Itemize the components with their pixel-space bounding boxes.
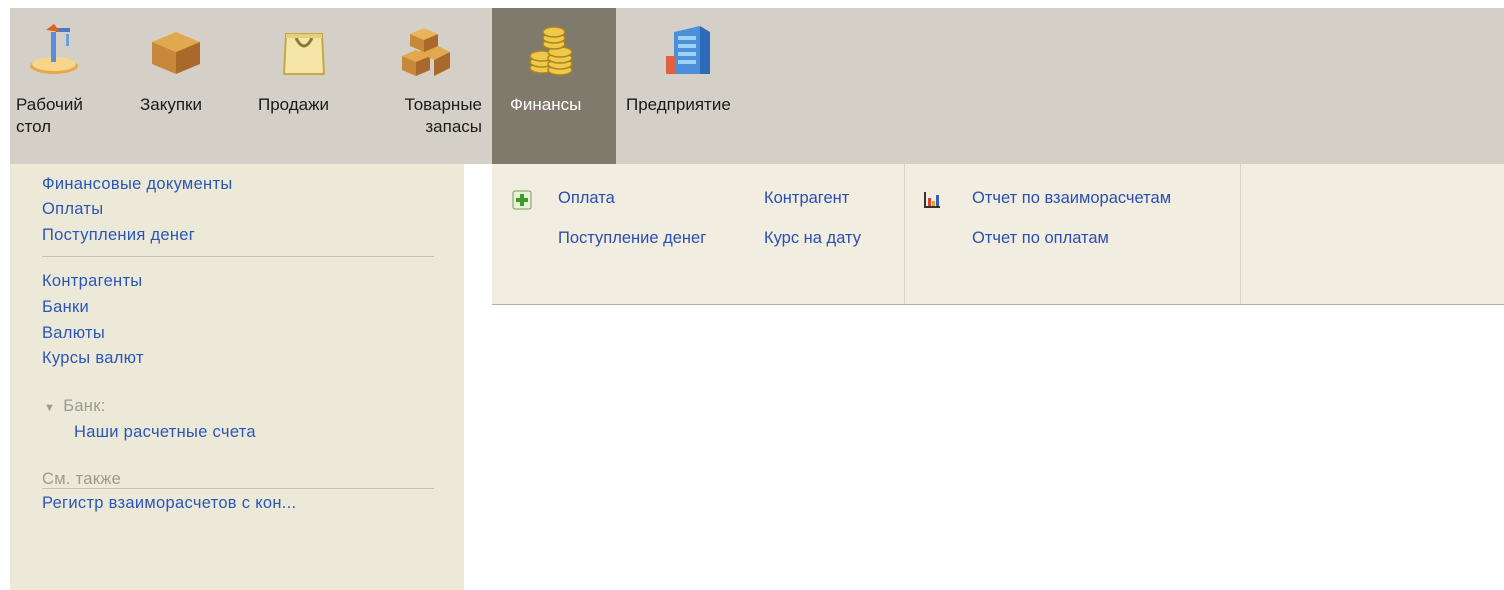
section-sales[interactable]: Продажи xyxy=(224,8,348,164)
section-label: Продажи xyxy=(258,95,329,114)
cmd-counterparty[interactable]: Контрагент xyxy=(764,186,849,210)
nav-link-banks[interactable]: Банки xyxy=(42,295,89,319)
section-purchases[interactable]: Закупки xyxy=(104,8,224,164)
section-label: Закупки xyxy=(140,95,202,114)
building-icon xyxy=(666,26,710,74)
nav-group-bank[interactable]: ▼ Банк: xyxy=(44,394,106,420)
bar-chart-icon xyxy=(924,192,940,208)
nav-separator xyxy=(42,488,434,489)
desk-lamp-icon xyxy=(30,24,78,74)
stacked-boxes-icon xyxy=(402,28,450,76)
section-label: Товарные запасы xyxy=(404,95,482,136)
nav-link-counterparties[interactable]: Контрагенты xyxy=(42,269,142,293)
add-icon xyxy=(512,190,532,210)
shopping-bag-icon xyxy=(282,33,326,75)
cmd-payment[interactable]: Оплата xyxy=(558,186,615,210)
cmd-money-receipt[interactable]: Поступление денег xyxy=(558,226,706,250)
report-settlements[interactable]: Отчет по взаиморасчетам xyxy=(972,186,1171,210)
nav-group-label: Банк: xyxy=(63,397,106,415)
section-enterprise[interactable]: Предприятие xyxy=(616,8,776,164)
nav-link-payments[interactable]: Оплаты xyxy=(42,197,103,221)
navigation-panel: Финансовые документы Оплаты Поступления … xyxy=(10,164,464,590)
nav-link-our-accounts[interactable]: Наши расчетные счета xyxy=(74,420,256,444)
section-desktop[interactable]: Рабочий стол xyxy=(10,8,104,164)
nav-link-currencies[interactable]: Валюты xyxy=(42,321,105,345)
cardboard-box-icon xyxy=(152,32,200,74)
report-payments[interactable]: Отчет по оплатам xyxy=(972,226,1109,250)
triangle-down-icon: ▼ xyxy=(44,402,56,414)
command-separator xyxy=(1240,164,1241,304)
section-label: Предприятие xyxy=(626,95,731,114)
nav-link-financial-documents[interactable]: Финансовые документы xyxy=(42,172,232,196)
coins-icon xyxy=(529,26,573,76)
cmd-rate-on-date[interactable]: Курс на дату xyxy=(764,226,861,250)
nav-link-money-receipts[interactable]: Поступления денег xyxy=(42,223,195,247)
nav-link-exchange-rates[interactable]: Курсы валют xyxy=(42,346,144,370)
section-finance[interactable]: Финансы xyxy=(492,8,616,164)
section-label: Финансы xyxy=(510,95,582,114)
section-inventory[interactable]: Товарные запасы xyxy=(348,8,492,164)
command-separator xyxy=(904,164,905,304)
command-panel: Оплата Поступление денег Контрагент Курс… xyxy=(492,164,1504,305)
section-label: Рабочий стол xyxy=(16,95,83,136)
nav-separator xyxy=(42,256,434,257)
section-panel: Рабочий стол Закупки Продажи Товарные за… xyxy=(10,8,1504,164)
nav-link-settlements-register[interactable]: Регистр взаиморасчетов с кон... xyxy=(42,491,296,515)
